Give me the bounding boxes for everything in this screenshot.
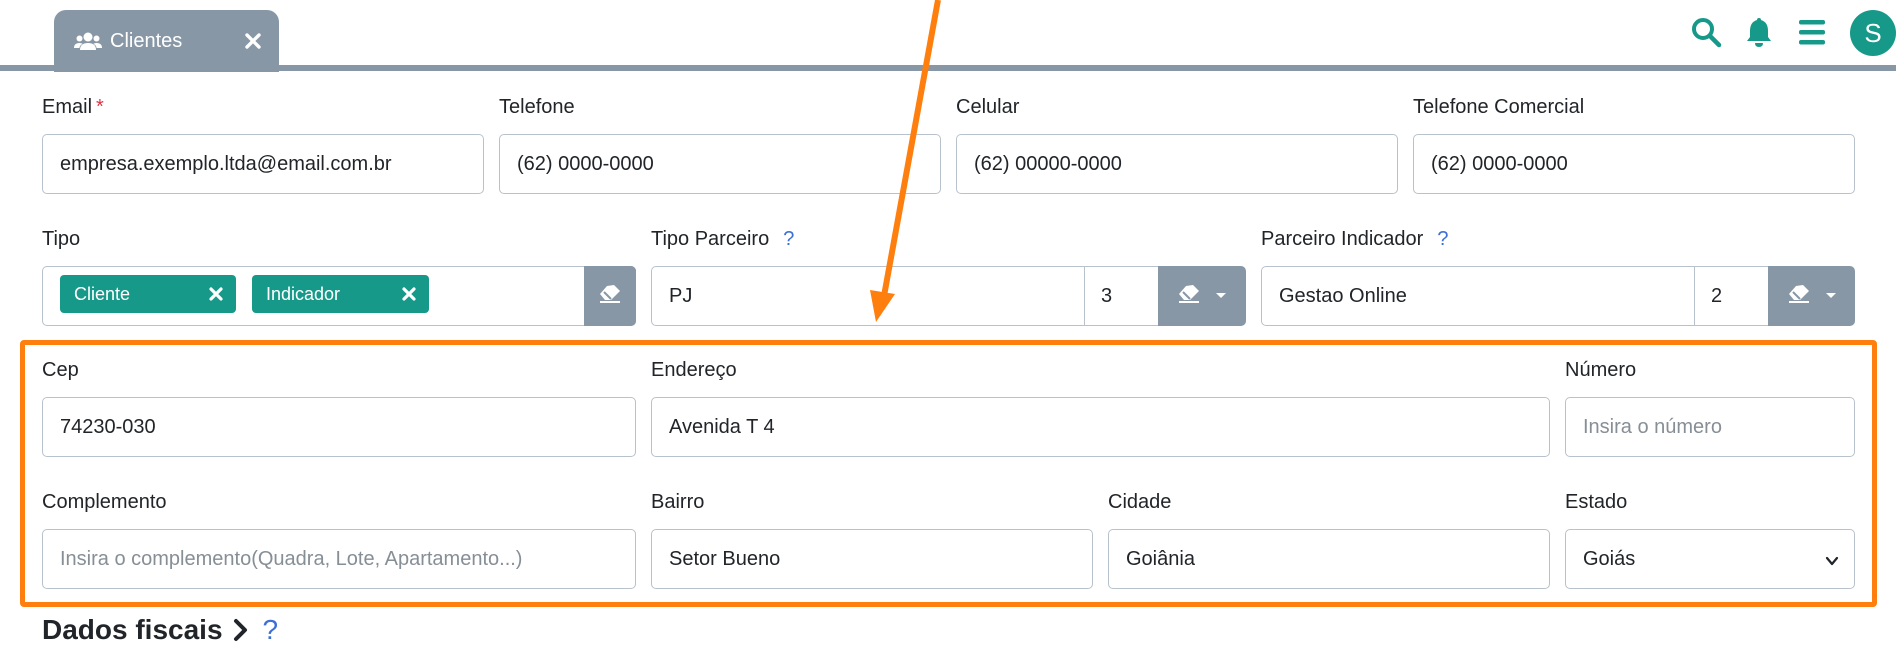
email-label-text: Email xyxy=(42,96,93,118)
required-mark: * xyxy=(96,96,104,118)
endereco-field[interactable]: Avenida T 4 xyxy=(651,397,1550,457)
telefone-field[interactable]: (62) 0000-0000 xyxy=(499,134,941,194)
cep-field[interactable]: 74230-030 xyxy=(42,397,636,457)
tab-clientes[interactable]: Clientes xyxy=(54,10,279,72)
estado-value: Goiás xyxy=(1583,547,1636,570)
help-icon[interactable]: ? xyxy=(783,228,794,250)
tab-label: Clientes xyxy=(110,29,183,52)
numero-field[interactable]: Insira o número xyxy=(1565,397,1855,457)
bell-icon[interactable] xyxy=(1741,14,1777,50)
email-field[interactable]: empresa.exemplo.ltda@email.com.br xyxy=(42,134,484,194)
parceiro-indicador-label-text: Parceiro Indicador xyxy=(1261,228,1424,250)
tipo-parceiro-id[interactable]: 3 xyxy=(1084,266,1159,326)
menu-icon[interactable] xyxy=(1794,14,1830,50)
section-title: Dados fiscais xyxy=(42,614,223,645)
help-icon[interactable]: ? xyxy=(1437,228,1448,250)
parceiro-indicador-actions[interactable] xyxy=(1768,266,1855,326)
celular-field[interactable]: (62) 00000-0000 xyxy=(956,134,1398,194)
tipo-parceiro-field[interactable]: PJ xyxy=(651,266,1085,326)
section-dados-fiscais[interactable]: Dados fiscais ? xyxy=(42,614,278,646)
email-label: Email * xyxy=(42,96,104,119)
eraser-icon[interactable] xyxy=(1787,284,1811,309)
avatar[interactable]: S xyxy=(1850,10,1896,56)
eraser-icon[interactable] xyxy=(1177,284,1201,309)
cidade-label: Cidade xyxy=(1108,491,1172,513)
chevron-right-icon xyxy=(233,618,249,642)
search-icon[interactable] xyxy=(1688,14,1724,50)
chip-cliente: Cliente xyxy=(60,275,236,313)
top-bar: Clientes S xyxy=(0,0,1896,72)
close-icon[interactable] xyxy=(245,32,261,49)
telefone-comercial-field[interactable]: (62) 0000-0000 xyxy=(1413,134,1855,194)
chip-label: Cliente xyxy=(74,283,131,304)
numero-label: Número xyxy=(1565,359,1637,381)
chevron-down-icon xyxy=(1824,552,1840,568)
parceiro-indicador-field[interactable]: Gestao Online xyxy=(1261,266,1695,326)
estado-select[interactable]: Goiás xyxy=(1565,529,1855,589)
caret-down-icon[interactable] xyxy=(1215,287,1227,305)
cep-label: Cep xyxy=(42,359,79,381)
bairro-field[interactable]: Setor Bueno xyxy=(651,529,1093,589)
eraser-icon xyxy=(598,284,622,309)
users-icon xyxy=(74,31,104,51)
estado-label: Estado xyxy=(1565,491,1628,513)
complemento-label: Complemento xyxy=(42,491,167,513)
close-icon[interactable] xyxy=(401,286,417,302)
endereco-label: Endereço xyxy=(651,359,737,381)
complemento-field[interactable]: Insira o complemento(Quadra, Lote, Apart… xyxy=(42,529,636,589)
tipo-parceiro-actions[interactable] xyxy=(1158,266,1246,326)
tipo-parceiro-label: Tipo Parceiro? xyxy=(651,228,794,251)
telefone-label: Telefone xyxy=(499,96,575,118)
tipo-label: Tipo xyxy=(42,228,81,250)
parceiro-indicador-id[interactable]: 2 xyxy=(1694,266,1769,326)
caret-down-icon[interactable] xyxy=(1825,287,1837,305)
chip-indicador: Indicador xyxy=(252,275,429,313)
parceiro-indicador-label: Parceiro Indicador? xyxy=(1261,228,1448,251)
clear-tipo-button[interactable] xyxy=(584,266,636,326)
close-icon[interactable] xyxy=(208,286,224,302)
help-icon[interactable]: ? xyxy=(263,614,279,646)
tab-underline xyxy=(0,65,1896,71)
bairro-label: Bairro xyxy=(651,491,705,513)
telefone-comercial-label: Telefone Comercial xyxy=(1413,96,1585,118)
tipo-parceiro-label-text: Tipo Parceiro xyxy=(651,228,770,250)
chip-label: Indicador xyxy=(266,283,341,304)
celular-label: Celular xyxy=(956,96,1020,118)
cidade-field[interactable]: Goiânia xyxy=(1108,529,1550,589)
